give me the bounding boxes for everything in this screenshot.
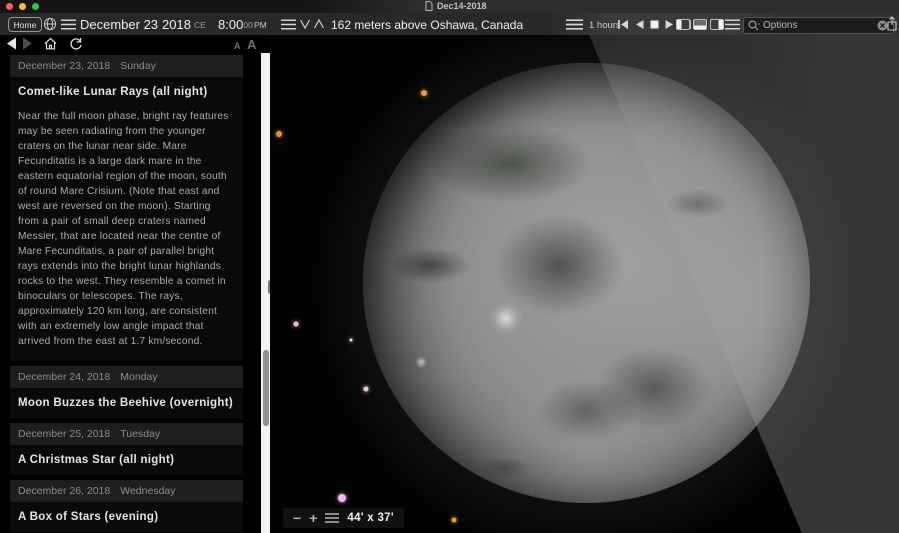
event-section: December 24, 2018 Monday Moon Buzzes the B… (10, 366, 243, 418)
globe-icon[interactable] (43, 17, 57, 31)
search-icon (748, 20, 760, 31)
step-back-button[interactable] (635, 20, 644, 29)
zoom-out-button[interactable]: − (293, 511, 301, 525)
event-weekday: Wednesday (120, 485, 175, 497)
fov-readout: 44' x 37' (347, 512, 394, 524)
options-menu-icon[interactable] (725, 19, 740, 30)
font-smaller-button[interactable]: A (234, 41, 241, 51)
event-body: A Christmas Star (all night) (10, 445, 243, 475)
event-date-header: December 24, 2018 Monday (10, 366, 243, 388)
sunset-chevron-down-icon[interactable] (299, 18, 311, 30)
event-date: December 24, 2018 (18, 371, 110, 383)
events-panel: A A December 23, 2018 Sunday Comet-like Lu… (0, 35, 270, 533)
window-title: Dec14-2018 (437, 1, 487, 11)
event-section: December 23, 2018 Sunday Comet-like Lunar … (10, 55, 243, 361)
minimize-window-button[interactable] (19, 3, 26, 10)
event-title[interactable]: Comet-like Lunar Rays (all night) (10, 77, 243, 107)
right-pane-toggle-icon[interactable] (710, 19, 724, 30)
star[interactable] (338, 494, 346, 502)
main-toolbar: Home December 23 2018 CE 8:00 :00 PM 162… (0, 13, 899, 36)
event-title[interactable]: A Box of Stars (evening) (10, 502, 243, 532)
close-window-button[interactable] (6, 3, 13, 10)
event-date: December 23, 2018 (18, 60, 110, 72)
event-description: Near the full moon phase, bright ray fea… (10, 107, 243, 361)
scrollbar-thumb[interactable] (263, 350, 269, 426)
location-field[interactable]: 162 meters above Oshawa, Canada (331, 18, 523, 32)
left-pane-toggle-icon[interactable] (676, 19, 690, 30)
play-button[interactable] (665, 20, 674, 29)
star[interactable] (421, 90, 427, 96)
event-title[interactable]: Moon Buzzes the Beehive (overnight) (10, 388, 243, 418)
document-icon (425, 1, 433, 11)
event-weekday: Monday (120, 371, 157, 383)
star[interactable] (452, 518, 457, 523)
event-weekday: Sunday (120, 60, 156, 72)
share-icon[interactable] (886, 16, 898, 31)
title-bar: Dec14-2018 (0, 0, 899, 13)
time-seconds[interactable]: :00 (241, 20, 253, 30)
time-step-field[interactable]: 1 hours (589, 20, 621, 31)
date-field[interactable]: December 23 (80, 17, 158, 32)
home-button[interactable]: Home (8, 17, 42, 32)
event-date: December 25, 2018 (18, 428, 110, 440)
sunrise-chevron-up-icon[interactable] (313, 18, 325, 30)
event-weekday: Tuesday (120, 428, 160, 440)
event-title[interactable]: A Christmas Star (all night) (10, 445, 243, 475)
stop-button[interactable] (650, 20, 659, 29)
time-field[interactable]: 8:00 (218, 17, 243, 32)
search-input[interactable]: Options (743, 17, 894, 34)
star[interactable] (276, 131, 282, 137)
time-menu-icon[interactable] (281, 19, 296, 30)
fov-menu-icon[interactable] (325, 513, 339, 523)
sky-viewport[interactable]: − + 44' x 37' (270, 35, 899, 533)
font-larger-button[interactable]: A (247, 37, 256, 52)
events-list: December 23, 2018 Sunday Comet-like Lunar … (10, 55, 243, 533)
era-label[interactable]: CE (194, 20, 206, 30)
star[interactable] (350, 339, 353, 342)
event-body: Comet-like Lunar Rays (all night)Near th… (10, 77, 243, 361)
year-field[interactable]: 2018 (162, 17, 191, 32)
home-nav-button[interactable] (44, 37, 57, 55)
zoom-window-button[interactable] (32, 3, 39, 10)
panel-nav-bar: A A (0, 35, 270, 54)
forward-button[interactable] (22, 37, 33, 55)
timeflow-menu-icon[interactable] (566, 19, 583, 30)
traffic-lights (6, 3, 39, 10)
event-section: December 25, 2018 Tuesday A Christmas Star… (10, 423, 243, 475)
event-date-header: December 23, 2018 Sunday (10, 55, 243, 77)
zoom-in-button[interactable]: + (309, 511, 317, 525)
star[interactable] (294, 322, 299, 327)
event-date-header: December 26, 2018 Wednesday (10, 480, 243, 502)
star[interactable] (364, 387, 369, 392)
ampm-label[interactable]: PM (254, 20, 267, 30)
date-menu-icon[interactable] (61, 19, 76, 30)
search-placeholder: Options (763, 20, 797, 31)
skip-back-button[interactable] (618, 20, 629, 29)
event-section: December 26, 2018 Wednesday A Box of Stars… (10, 480, 243, 532)
refresh-icon[interactable] (69, 37, 83, 56)
event-body: Moon Buzzes the Beehive (overnight) (10, 388, 243, 418)
event-body: A Box of Stars (evening) (10, 502, 243, 532)
bottom-pane-toggle-icon[interactable] (693, 19, 707, 30)
event-date-header: December 25, 2018 Tuesday (10, 423, 243, 445)
event-date: December 26, 2018 (18, 485, 110, 497)
back-button[interactable] (6, 37, 17, 55)
app-window: Dec14-2018 Home December 23 2018 CE 8:00… (0, 0, 899, 533)
fov-control-bar: − + 44' x 37' (283, 508, 404, 528)
